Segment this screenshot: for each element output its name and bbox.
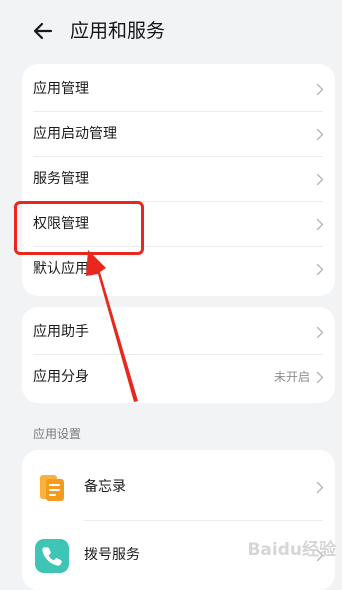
- menu-item-label: 应用管理: [33, 81, 89, 97]
- chevron-right-icon: [316, 263, 324, 276]
- phone-app-icon: [35, 539, 69, 573]
- menu-item-app-assistant[interactable]: 应用助手: [22, 310, 335, 355]
- settings-group-2: 应用助手 应用分身 未开启: [22, 307, 335, 403]
- chevron-right-icon: [316, 218, 324, 231]
- chevron-right-icon: [316, 83, 324, 96]
- app-item-memo[interactable]: 备忘录: [22, 453, 335, 521]
- menu-item-label: 默认应用: [33, 261, 89, 277]
- app-item-label: 拨号服务: [84, 547, 140, 563]
- menu-item-label: 应用分身: [33, 369, 89, 385]
- chevron-right-icon: [316, 326, 324, 339]
- settings-group-1: 应用管理 应用启动管理 服务管理 权限管理 默认应用: [22, 64, 335, 296]
- page-title: 应用和服务: [70, 20, 166, 42]
- back-arrow-icon[interactable]: [30, 18, 56, 44]
- menu-item-app-management[interactable]: 应用管理: [22, 67, 335, 112]
- app-item-label: 备忘录: [84, 479, 126, 495]
- menu-item-label: 服务管理: [33, 171, 89, 187]
- section-title: 应用设置: [33, 427, 82, 441]
- chevron-right-icon: [316, 549, 324, 562]
- highlight-box: [14, 201, 144, 255]
- app-item-dialer[interactable]: 拨号服务: [22, 521, 335, 589]
- menu-item-service-management[interactable]: 服务管理: [22, 157, 335, 202]
- chevron-right-icon: [316, 481, 324, 494]
- menu-item-app-twin[interactable]: 应用分身 未开启: [22, 355, 335, 400]
- menu-item-label: 应用启动管理: [33, 126, 117, 142]
- status-value: 未开启: [273, 370, 310, 384]
- chevron-right-icon: [316, 371, 324, 384]
- chevron-right-icon: [316, 173, 324, 186]
- menu-item-app-launch-management[interactable]: 应用启动管理: [22, 112, 335, 157]
- top-bar: 应用和服务: [0, 0, 342, 62]
- chevron-right-icon: [316, 128, 324, 141]
- menu-item-label: 应用助手: [33, 324, 89, 340]
- app-settings-group: 备忘录 拨号服务: [22, 450, 335, 590]
- memo-app-icon: [40, 475, 64, 501]
